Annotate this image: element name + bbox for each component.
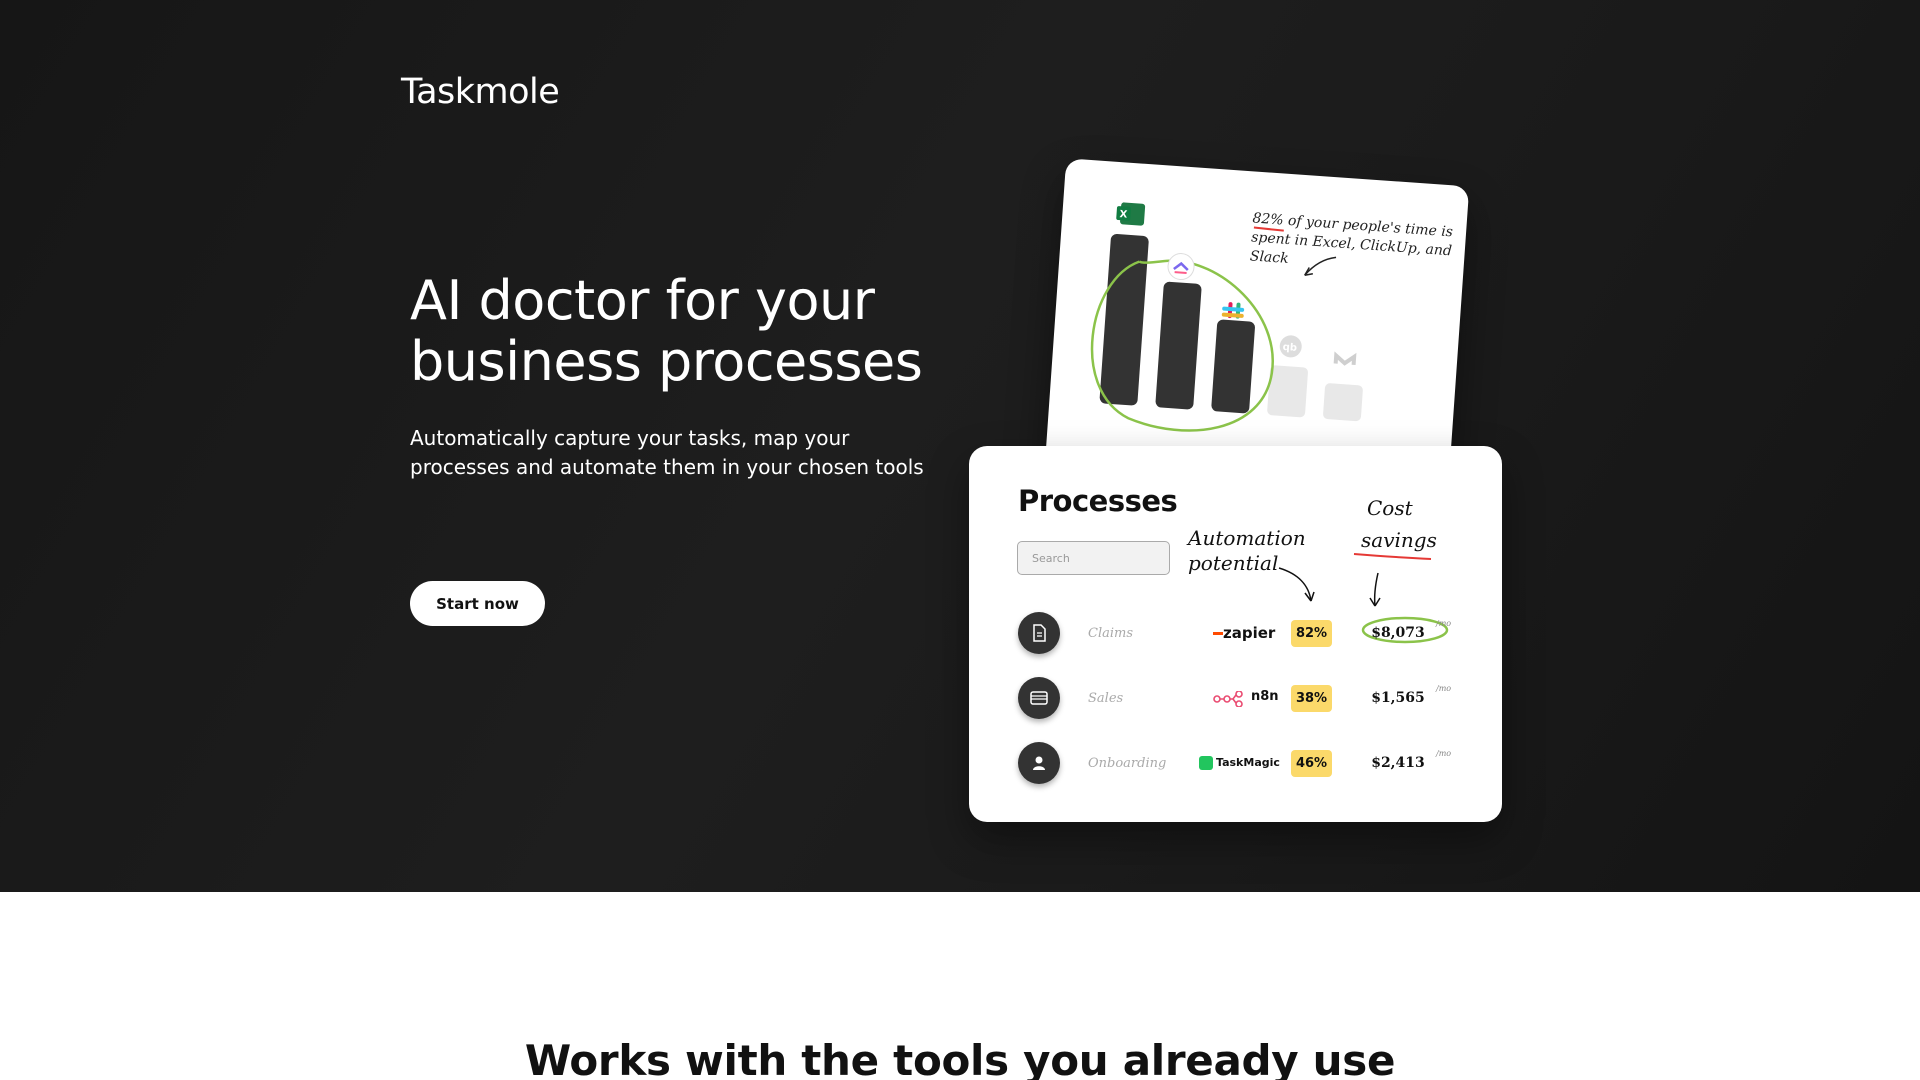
svg-text:X: X (1119, 209, 1128, 221)
hero-section: Taskmole AI doctor for your business pro… (0, 0, 1920, 892)
tool-name: zapier (1223, 624, 1276, 642)
process-row-onboarding[interactable]: Onboarding TaskMagic 46% $2,413 /mo (1018, 742, 1468, 786)
quickbooks-icon: qb (1279, 335, 1302, 358)
clickup-icon (1167, 253, 1195, 281)
savings-label: savings (1361, 528, 1437, 552)
process-name: Onboarding (1088, 756, 1167, 771)
hero-headline: AI doctor for your business processes (410, 269, 923, 393)
bar-gmail (1323, 383, 1363, 422)
n8n-logo (1213, 691, 1243, 707)
document-icon (1018, 612, 1060, 654)
brand-logo[interactable]: Taskmole (401, 72, 560, 112)
automation-potential-label: Automation potential (1188, 526, 1306, 575)
process-row-claims[interactable]: Claims zapier 82% $8,073 /mo (1018, 612, 1468, 656)
savings-arrow (1373, 572, 1379, 607)
taskmagic-logo (1199, 756, 1213, 770)
gmail-icon (1333, 351, 1357, 366)
savings-underline (1353, 553, 1432, 560)
tool-name: TaskMagic (1216, 756, 1280, 769)
processes-title: Processes (1018, 484, 1178, 518)
period-label: /mo (1436, 749, 1452, 758)
user-icon (1018, 742, 1060, 784)
cost-label: Cost (1367, 496, 1413, 520)
excel-icon: X (1116, 202, 1146, 226)
process-search-input[interactable] (1017, 541, 1170, 575)
process-name: Claims (1088, 626, 1134, 641)
zapier-logo (1213, 632, 1223, 635)
bar-excel (1099, 234, 1149, 406)
svg-text:qb: qb (1282, 342, 1297, 354)
bar-clickup (1155, 281, 1202, 410)
hero-subtitle: Automatically capture your tasks, map yo… (410, 426, 924, 479)
start-now-button[interactable]: Start now (410, 581, 545, 626)
slack-icon (1221, 302, 1245, 319)
processes-card: Processes Automation potential Cost savi… (969, 446, 1502, 822)
automation-potential-badge: 82% (1291, 620, 1332, 647)
period-label: /mo (1436, 619, 1452, 628)
process-row-sales[interactable]: Sales n8n 38% $1,565 /mo (1018, 677, 1468, 721)
bar-slack (1211, 319, 1255, 414)
tools-section-heading: Works with the tools you already use (524, 1036, 1396, 1080)
automation-potential-badge: 38% (1291, 685, 1332, 712)
card-icon (1018, 677, 1060, 719)
period-label: /mo (1436, 684, 1452, 693)
automation-potential-badge: 46% (1291, 750, 1332, 777)
process-name: Sales (1088, 691, 1124, 706)
tool-name: n8n (1251, 689, 1279, 704)
